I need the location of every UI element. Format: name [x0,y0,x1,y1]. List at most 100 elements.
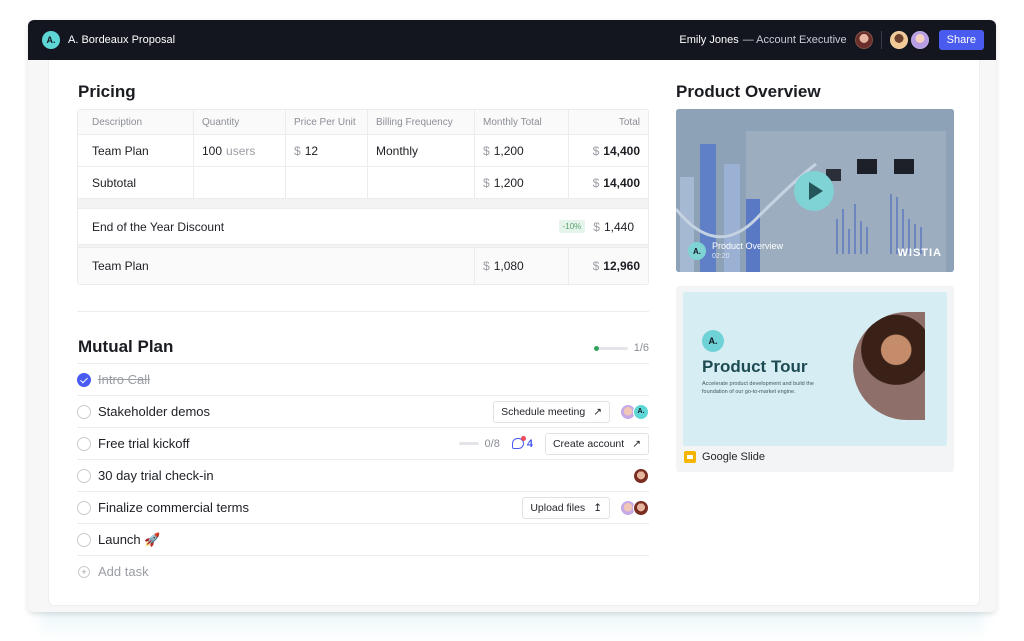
share-button[interactable]: Share [938,30,984,50]
create-account-button[interactable]: Create account ↗ [544,432,649,455]
total-value: 14,400 [603,175,640,190]
task-checkbox[interactable] [77,436,91,451]
external-link-icon: ↗ [593,405,602,418]
column-header: Quantity [194,110,286,134]
quantity-unit: users [226,143,256,158]
assignees: A. [620,403,649,420]
total-value: 12,960 [603,259,640,273]
task-item[interactable]: Finalize commercial terms Upload files ↥ [77,491,649,523]
task-label: Finalize commercial terms [98,500,249,515]
monthly-total-cell: $1,080 [475,248,569,284]
total-cell: $14,400 [569,135,648,166]
monthly-total-value: 1,080 [493,259,524,273]
subtask-progress-bar [458,442,479,445]
assignee-avatar[interactable] [633,467,649,484]
currency-symbol: $ [592,143,600,158]
billing-cell [368,167,475,198]
currency-symbol: $ [592,259,600,273]
company-logo: A. [42,31,60,49]
video-player[interactable]: A. Product Overview 02:20 WISTIA [676,109,954,272]
slide-photo [853,312,925,420]
task-list: Intro Call Stakeholder demos Schedule me… [77,363,649,587]
total-cell: $14,400 [569,167,648,198]
column-header: Monthly Total [475,110,569,134]
total-cell: $12,960 [569,248,648,284]
slide-description: Accelerate product development and build… [702,381,814,395]
column-header: Billing Frequency [368,110,475,134]
spacer [78,199,648,209]
assignee-avatar[interactable] [633,499,649,516]
external-link-icon: ↗ [632,437,641,450]
task-item[interactable]: Launch 🚀 [77,523,649,555]
task-checkbox[interactable] [77,404,91,419]
collaborator-avatar[interactable] [910,31,929,49]
video-info: A. Product Overview 02:20 [688,242,783,260]
comments-indicator[interactable]: 4 [511,436,533,450]
comment-icon [511,436,526,449]
task-checkbox[interactable] [77,500,91,515]
column-header: Description [78,110,194,134]
user-name: Emily Jones [679,34,739,46]
slide-source: Google Slide [684,451,765,463]
table-row: Subtotal $1,200 $14,400 [78,167,648,199]
price-cell [286,167,368,198]
pricing-table: Description Quantity Price Per Unit Bill… [77,109,649,285]
subtask-count: 0/8 [484,437,500,450]
task-checkbox-checked[interactable] [77,372,91,387]
video-logo: A. [688,242,706,260]
discount-amount: 1,440 [603,219,634,234]
discount-row: End of the Year Discount -10% $ 1,440 [78,209,648,245]
play-button[interactable] [794,171,834,211]
progress-fill [593,345,599,351]
currency-symbol: $ [483,143,490,158]
upload-files-button[interactable]: Upload files ↥ [522,496,610,519]
task-item[interactable]: 30 day trial check-in [77,459,649,491]
progress-label: 1/6 [633,342,649,354]
top-bar: A. A. Bordeaux Proposal Emily Jones — Ac… [28,20,996,60]
description-cell: Subtotal [78,167,194,198]
assignees [620,499,649,516]
add-task-button[interactable]: + Add task [77,555,649,587]
video-title: Product Overview [712,241,784,251]
plus-icon: + [78,565,90,578]
task-item[interactable]: Intro Call [77,363,649,395]
table-header: Description Quantity Price Per Unit Bill… [78,110,648,135]
task-label: Launch 🚀 [98,531,161,547]
monthly-total-cell: $1,200 [475,135,569,166]
slide-logo: A. [702,330,724,352]
assignees [633,467,649,484]
quantity-cell: 100 users [194,135,286,166]
column-header: Price Per Unit [286,110,368,134]
user-role: — Account Executive [742,34,847,46]
monthly-total-value: 1,200 [493,175,524,190]
collaborator-avatar[interactable] [889,31,908,49]
task-item[interactable]: Free trial kickoff 0/8 4 Create account ↗ [77,427,649,459]
add-task-label: Add task [98,564,149,579]
plan-progress: 1/6 [593,342,649,354]
section-divider [77,311,649,312]
description-cell: Team Plan [78,135,194,166]
currency-symbol: $ [483,259,490,273]
discount-badge: -10% [558,220,586,233]
task-item[interactable]: Stakeholder demos Schedule meeting ↗ A. [77,395,649,427]
button-label: Create account [552,437,625,450]
assignee-avatar[interactable]: A. [633,403,649,420]
billing-cell: Monthly [368,135,475,166]
task-label: Intro Call [98,372,151,387]
final-total-row: Team Plan $1,080 $12,960 [78,248,648,284]
user-avatar[interactable] [854,31,873,49]
button-label: Schedule meeting [501,405,586,418]
description-cell: Team Plan [78,248,475,284]
slide-preview[interactable]: A. Product Tour Accelerate product devel… [683,292,947,446]
app-window: A. A. Bordeaux Proposal Emily Jones — Ac… [28,20,996,612]
task-label: Stakeholder demos [98,404,211,419]
slide-source-label: Google Slide [702,451,765,463]
schedule-meeting-button[interactable]: Schedule meeting ↗ [493,400,610,423]
google-slides-icon [684,451,696,463]
google-slide-card[interactable]: A. Product Tour Accelerate product devel… [676,286,954,472]
table-row: Team Plan 100 users $12 Monthly $1,200 $1… [78,135,648,167]
task-checkbox[interactable] [77,532,91,547]
task-checkbox[interactable] [77,468,91,483]
proposal-title: A. Bordeaux Proposal [68,34,176,46]
discount-label: End of the Year Discount [92,219,225,234]
